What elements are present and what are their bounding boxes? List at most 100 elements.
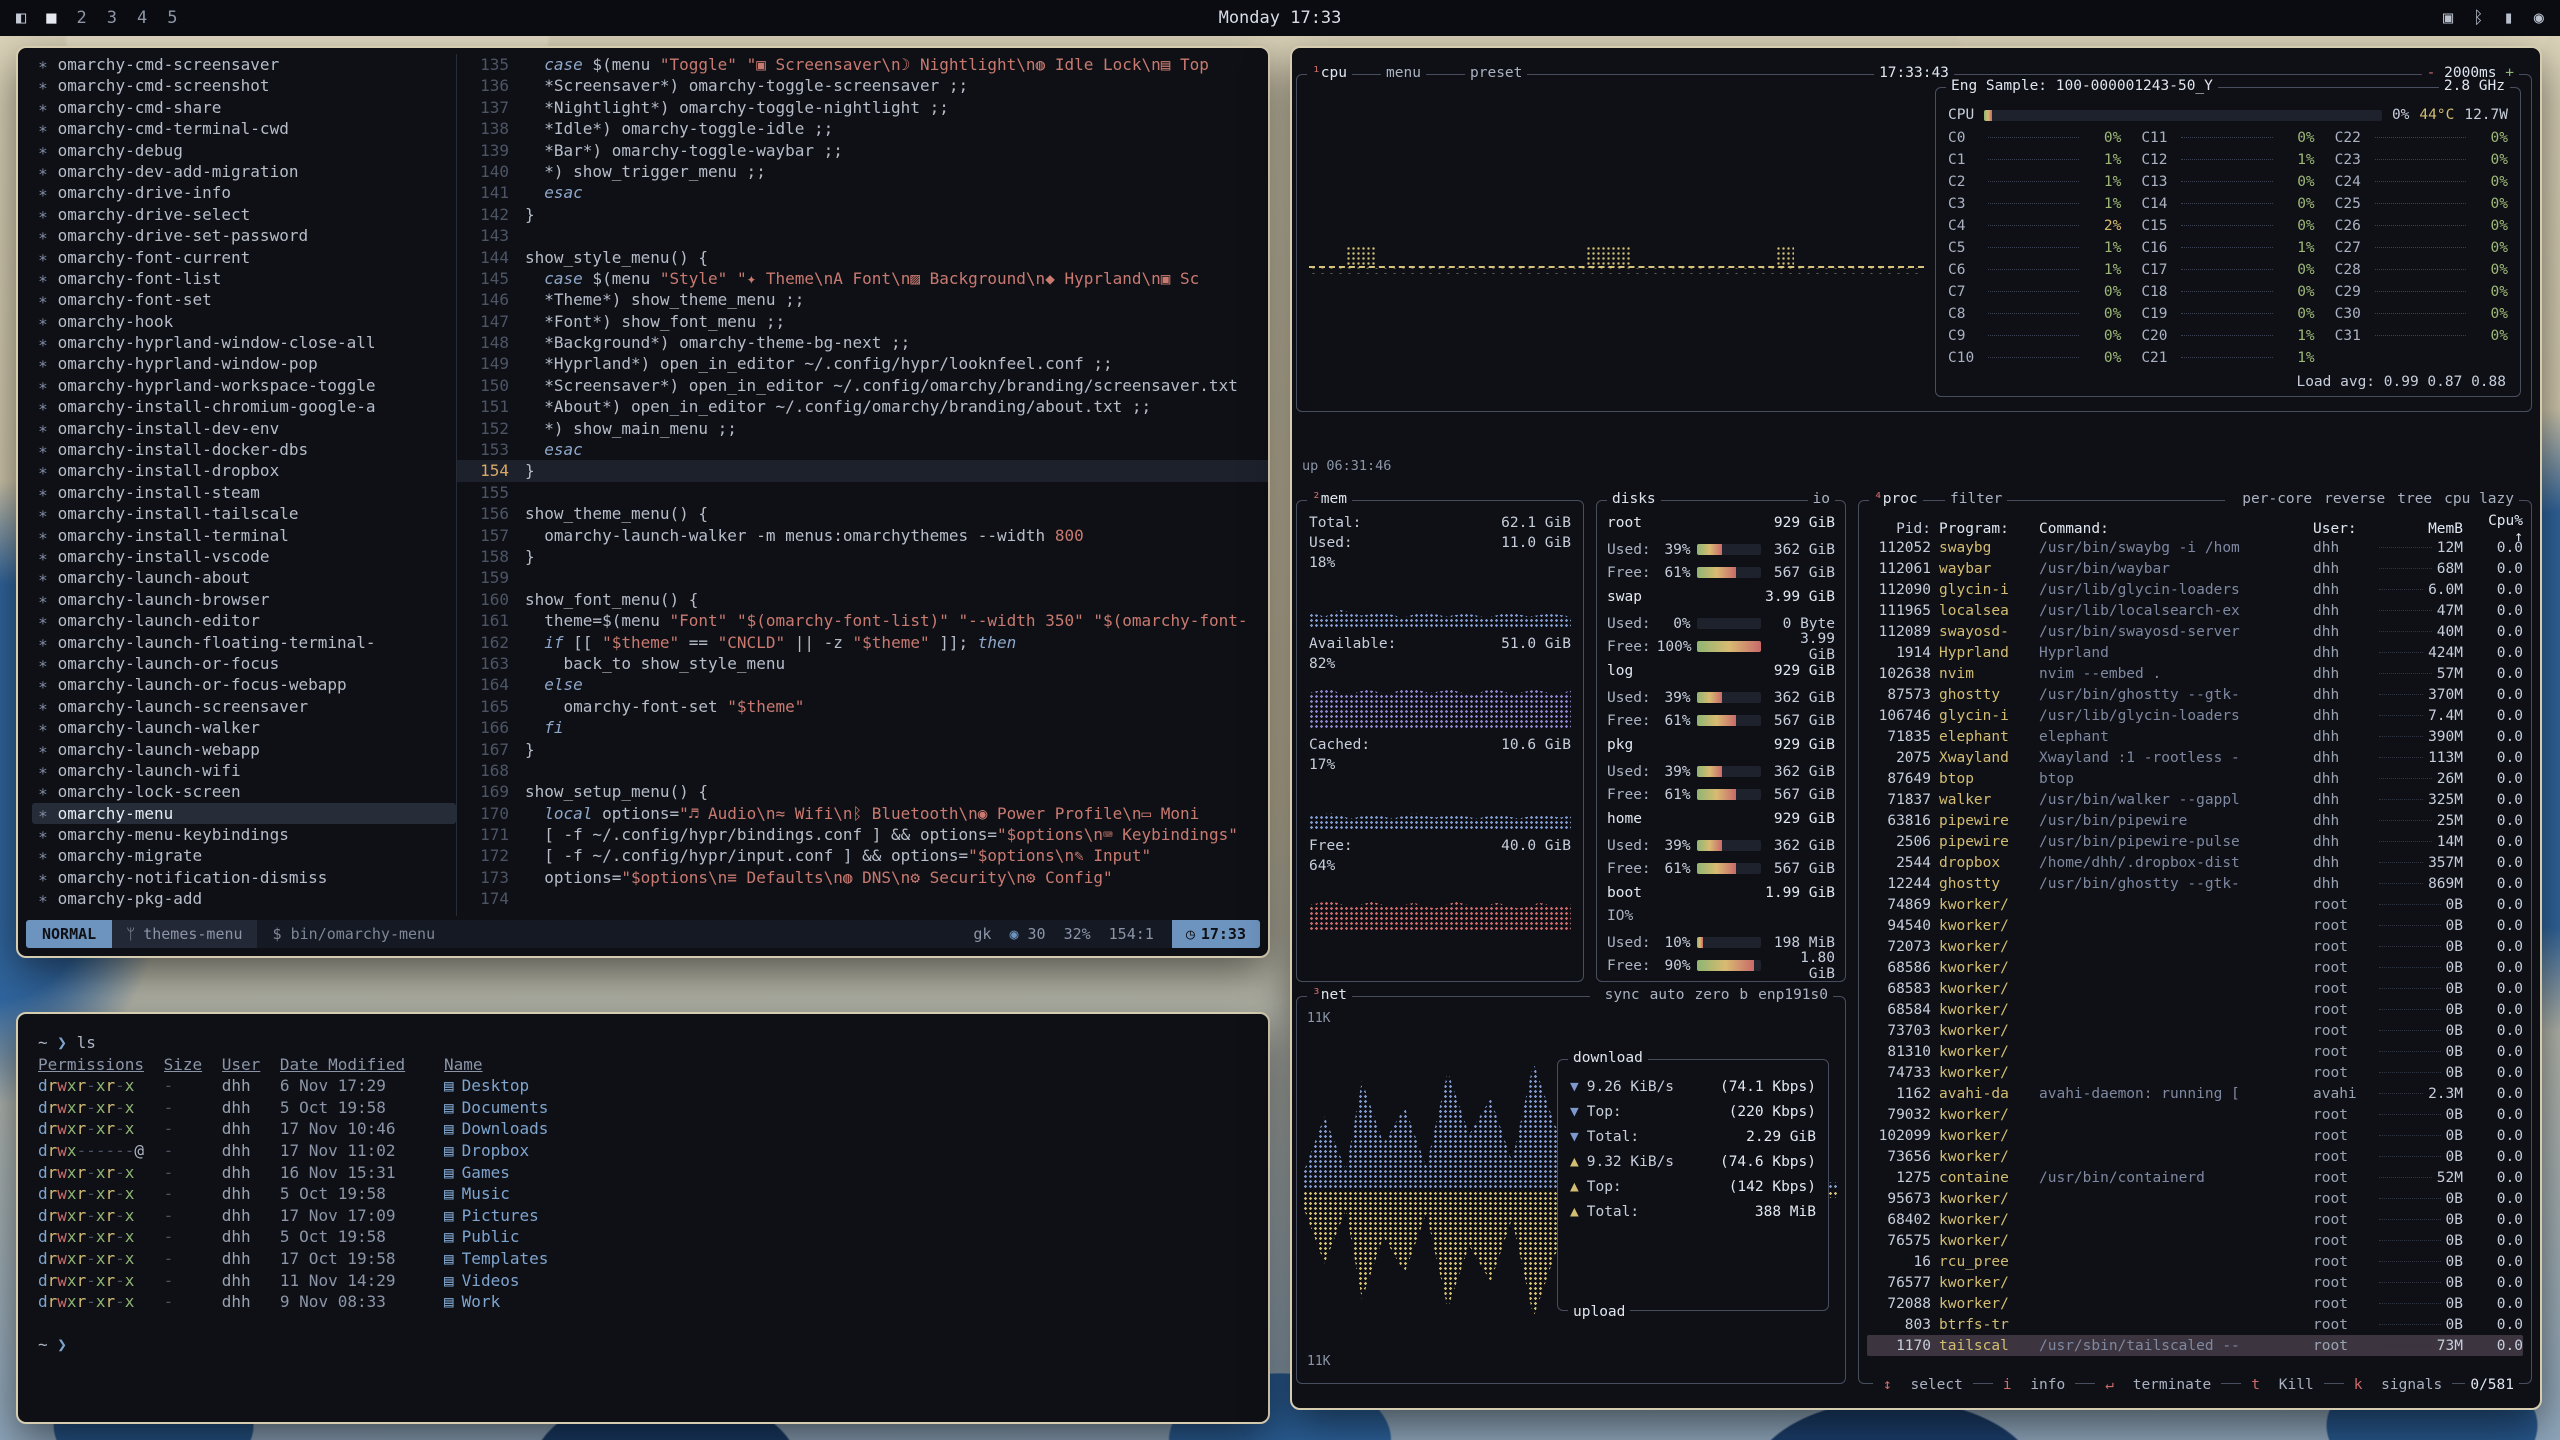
- code-line[interactable]: 143: [457, 225, 1268, 246]
- code-line[interactable]: 169show_setup_menu() {: [457, 781, 1268, 802]
- code-line[interactable]: 164 else: [457, 674, 1268, 695]
- ls-name[interactable]: ▤Templates: [444, 1248, 1248, 1270]
- file-item[interactable]: ∗omarchy-cmd-screenshot: [32, 75, 456, 96]
- ls-name[interactable]: ▤Documents: [444, 1097, 1248, 1119]
- workspace-button[interactable]: 3: [107, 8, 117, 28]
- file-item[interactable]: ∗omarchy-drive-select: [32, 204, 456, 225]
- code-line[interactable]: 162 if [[ "$theme" == "CNCLD" || -z "$th…: [457, 632, 1268, 653]
- process-option-tree[interactable]: tree: [2397, 491, 2432, 507]
- network-option-auto[interactable]: auto: [1650, 987, 1685, 1003]
- launcher-icon[interactable]: ◧: [16, 8, 26, 28]
- hint-terminate[interactable]: ↵ terminate: [2095, 1377, 2221, 1393]
- process-row[interactable]: 112089swayosd-/usr/bin/swayosd-serverdhh…: [1867, 621, 2523, 642]
- ls-name[interactable]: ▤Pictures: [444, 1205, 1248, 1227]
- code-line[interactable]: 150 *Screensaver*) open_in_editor ~/.con…: [457, 375, 1268, 396]
- process-row[interactable]: 111965localsea/usr/lib/localsearch-exdhh…: [1867, 600, 2523, 621]
- code-line[interactable]: 166 fi: [457, 717, 1268, 738]
- code-line[interactable]: 142}: [457, 204, 1268, 225]
- process-row[interactable]: 112052swaybg/usr/bin/swaybg -i /homdhh12…: [1867, 537, 2523, 558]
- code-line[interactable]: 146 *Theme*) show_theme_menu ;;: [457, 289, 1268, 310]
- code-line[interactable]: 151 *About*) open_in_editor ~/.config/om…: [457, 396, 1268, 417]
- code-line[interactable]: 165 omarchy-font-set "$theme": [457, 696, 1268, 717]
- code-line[interactable]: 160show_font_menu() {: [457, 589, 1268, 610]
- hint-signals[interactable]: k signals: [2344, 1377, 2453, 1393]
- process-row[interactable]: 16rcu_preeroot0B0.0: [1867, 1251, 2523, 1272]
- file-item[interactable]: ∗omarchy-notification-dismiss: [32, 867, 456, 888]
- ls-name[interactable]: ▤Music: [444, 1183, 1248, 1205]
- code-line[interactable]: 138 *Idle*) omarchy-toggle-idle ;;: [457, 118, 1268, 139]
- hint-kill[interactable]: t Kill: [2241, 1377, 2323, 1393]
- process-column-header[interactable]: MemB: [2379, 521, 2463, 537]
- code-pane[interactable]: 135 case $(menu "Toggle" "▣ Screensaver\…: [456, 54, 1268, 916]
- code-line[interactable]: 137 *Nightlight*) omarchy-toggle-nightli…: [457, 97, 1268, 118]
- process-row[interactable]: 1275containe/usr/bin/containerdroot52M0.…: [1867, 1167, 2523, 1188]
- process-option-per-core[interactable]: per-core: [2242, 491, 2312, 507]
- code-line[interactable]: 140 *) show_trigger_menu ;;: [457, 161, 1268, 182]
- process-row[interactable]: 2506pipewire/usr/bin/pipewire-pulsedhh14…: [1867, 831, 2523, 852]
- process-row[interactable]: 68583kworker/root0B0.0: [1867, 978, 2523, 999]
- process-row[interactable]: 68584kworker/root0B0.0: [1867, 999, 2523, 1020]
- file-item[interactable]: ∗omarchy-dev-add-migration: [32, 161, 456, 182]
- filter-button[interactable]: filter: [1945, 491, 2007, 507]
- process-row[interactable]: 102638nvimnvim --embed .dhh57M0.0: [1867, 663, 2523, 684]
- ls-name[interactable]: ▤Dropbox: [444, 1140, 1248, 1162]
- code-line[interactable]: 136 *Screensaver*) omarchy-toggle-screen…: [457, 75, 1268, 96]
- workspace-button[interactable]: 4: [137, 8, 147, 28]
- code-line[interactable]: 171 [ -f ~/.config/hypr/bindings.conf ] …: [457, 824, 1268, 845]
- bluetooth-icon[interactable]: ᛒ: [2473, 8, 2483, 28]
- ls-name[interactable]: ▤Videos: [444, 1270, 1248, 1292]
- code-line[interactable]: 149 *Hyprland*) open_in_editor ~/.config…: [457, 353, 1268, 374]
- process-row[interactable]: 87649btopbtopdhh26M0.0: [1867, 768, 2523, 789]
- file-item[interactable]: ∗omarchy-launch-screensaver: [32, 696, 456, 717]
- process-column-header[interactable]: Program:: [1939, 521, 2031, 537]
- file-item[interactable]: ∗omarchy-install-terminal: [32, 525, 456, 546]
- file-item[interactable]: ∗omarchy-pkg-add: [32, 888, 456, 909]
- process-row[interactable]: 87573ghostty/usr/bin/ghostty --gtk-dhh37…: [1867, 684, 2523, 705]
- file-item[interactable]: ∗omarchy-drive-set-password: [32, 225, 456, 246]
- process-column-header[interactable]: Pid:: [1867, 521, 1931, 537]
- process-row[interactable]: 73703kworker/root0B0.0: [1867, 1020, 2523, 1041]
- process-row[interactable]: 102099kworker/root0B0.0: [1867, 1125, 2523, 1146]
- file-item[interactable]: ∗omarchy-launch-webapp: [32, 739, 456, 760]
- process-row[interactable]: 74733kworker/root0B0.0: [1867, 1062, 2523, 1083]
- process-row[interactable]: 106746glycin-i/usr/lib/glycin-loadersdhh…: [1867, 705, 2523, 726]
- code-line[interactable]: 163 back_to show_style_menu: [457, 653, 1268, 674]
- process-row[interactable]: 81310kworker/root0B0.0: [1867, 1041, 2523, 1062]
- file-item[interactable]: ∗omarchy-launch-editor: [32, 610, 456, 631]
- process-row[interactable]: 76575kworker/root0B0.0: [1867, 1230, 2523, 1251]
- code-line[interactable]: 148 *Background*) omarchy-theme-bg-next …: [457, 332, 1268, 353]
- file-item[interactable]: ∗omarchy-launch-floating-terminal-: [32, 632, 456, 653]
- file-item[interactable]: ∗omarchy-hyprland-workspace-toggle: [32, 375, 456, 396]
- code-line[interactable]: 173 options="$options\n≡ Defaults\n◍ DNS…: [457, 867, 1268, 888]
- code-line[interactable]: 152 *) show_main_menu ;;: [457, 418, 1268, 439]
- file-item[interactable]: ∗omarchy-debug: [32, 140, 456, 161]
- process-row[interactable]: 803btrfs-trroot0B0.0: [1867, 1314, 2523, 1335]
- workspace-button[interactable]: ■: [46, 8, 56, 28]
- file-item[interactable]: ∗omarchy-font-set: [32, 289, 456, 310]
- workspace-button[interactable]: 2: [77, 8, 87, 28]
- power-icon[interactable]: ◉: [2534, 8, 2544, 28]
- process-row[interactable]: 112061waybar/usr/bin/waybardhh68M0.0: [1867, 558, 2523, 579]
- ls-name[interactable]: ▤Games: [444, 1162, 1248, 1184]
- code-line[interactable]: 153 esac: [457, 439, 1268, 460]
- code-line[interactable]: 170 local options="♬ Audio\n≈ Wifi\nᛒ Bl…: [457, 803, 1268, 824]
- process-row[interactable]: 71837walker/usr/bin/walker --gappldhh325…: [1867, 789, 2523, 810]
- process-row[interactable]: 2075XwaylandXwayland :1 -rootless -dhh11…: [1867, 747, 2523, 768]
- ls-name[interactable]: ▤Desktop: [444, 1075, 1248, 1097]
- code-line[interactable]: 135 case $(menu "Toggle" "▣ Screensaver\…: [457, 54, 1268, 75]
- process-row[interactable]: 79032kworker/root0B0.0: [1867, 1104, 2523, 1125]
- io-toggle[interactable]: io: [1808, 491, 1835, 507]
- code-line[interactable]: 141 esac: [457, 182, 1268, 203]
- file-item[interactable]: ∗omarchy-cmd-terminal-cwd: [32, 118, 456, 139]
- file-item[interactable]: ∗omarchy-install-dev-env: [32, 418, 456, 439]
- screen-share-icon[interactable]: ▣: [2443, 8, 2453, 28]
- process-row[interactable]: 72088kworker/root0B0.0: [1867, 1293, 2523, 1314]
- network-option-b[interactable]: b: [1739, 987, 1748, 1003]
- workspace-button[interactable]: 5: [167, 8, 177, 28]
- process-row[interactable]: 12244ghostty/usr/bin/ghostty --gtk-dhh86…: [1867, 873, 2523, 894]
- network-option-enp191s0[interactable]: enp191s0: [1758, 987, 1828, 1003]
- code-line[interactable]: 155: [457, 482, 1268, 503]
- code-line[interactable]: 174: [457, 888, 1268, 909]
- file-item[interactable]: ∗omarchy-launch-browser: [32, 589, 456, 610]
- code-line[interactable]: 159: [457, 567, 1268, 588]
